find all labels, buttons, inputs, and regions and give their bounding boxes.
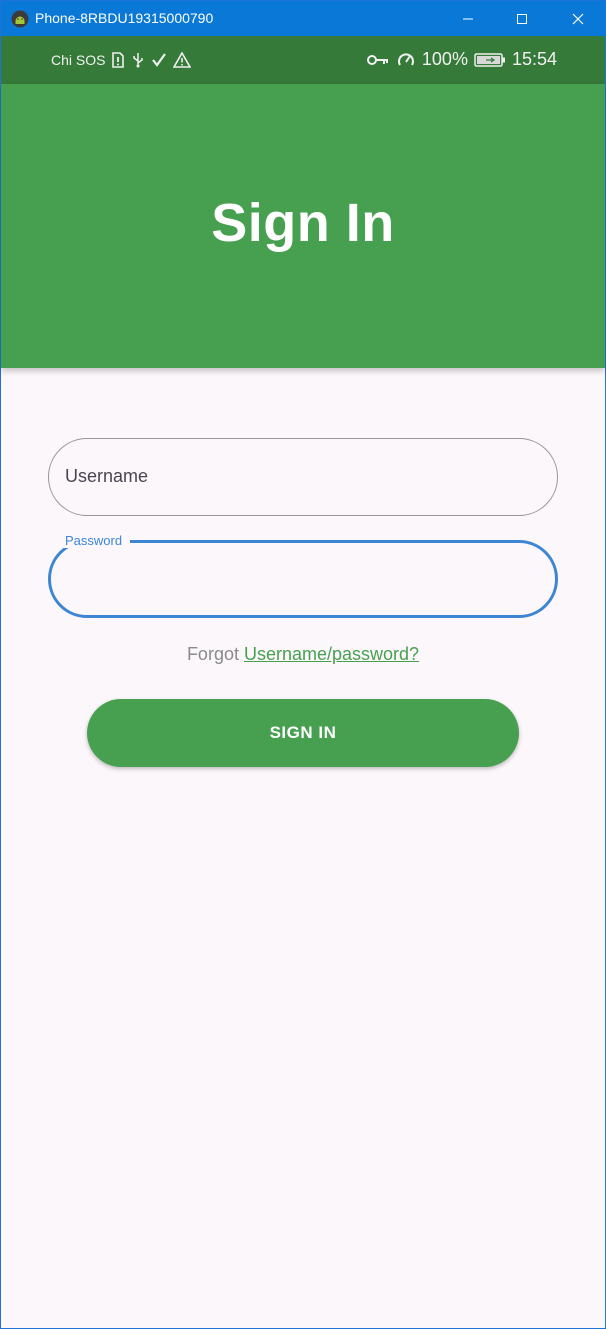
clock: 15:54 [511, 49, 557, 69]
close-button[interactable] [555, 1, 601, 36]
sim-alert-icon [112, 52, 125, 68]
carrier-label: Chi SOS [51, 52, 106, 68]
minimize-icon [463, 18, 473, 19]
window-title: Phone-8RBDU19315000790 [35, 10, 214, 26]
forgot-credentials-link[interactable]: Username/password? [244, 644, 419, 664]
check-icon [152, 53, 167, 67]
sign-in-button[interactable]: SIGN IN [87, 699, 519, 767]
warning-icon [173, 52, 192, 68]
maximize-icon [517, 13, 527, 24]
window-titlebar: Phone-8RBDU19315000790 [1, 1, 605, 36]
forgot-credentials: Forgot Username/password? [1, 644, 605, 665]
android-status-bar: Chi SOS 100% 15:54 [1, 36, 605, 84]
username-placeholder: Username [65, 466, 149, 486]
password-label: Password [57, 533, 131, 548]
password-field[interactable] [48, 540, 558, 618]
close-icon [572, 13, 584, 24]
minimize-button[interactable] [445, 1, 491, 36]
data-saver-icon [397, 52, 414, 66]
page-title: Sign In [211, 193, 395, 253]
emulator-window: Phone-8RBDU19315000790 Chi SOS 100% 15:5… [0, 0, 606, 1329]
forgot-prefix: Forgot [186, 644, 239, 664]
battery-percent: 100% [421, 49, 468, 69]
app-bar: Sign In [1, 84, 605, 368]
battery-icon [474, 52, 505, 67]
maximize-button[interactable] [499, 1, 545, 36]
android-icon [11, 10, 29, 28]
usb-icon [133, 53, 144, 68]
vpn-key-icon [366, 54, 388, 65]
username-field[interactable]: Username [48, 438, 558, 516]
